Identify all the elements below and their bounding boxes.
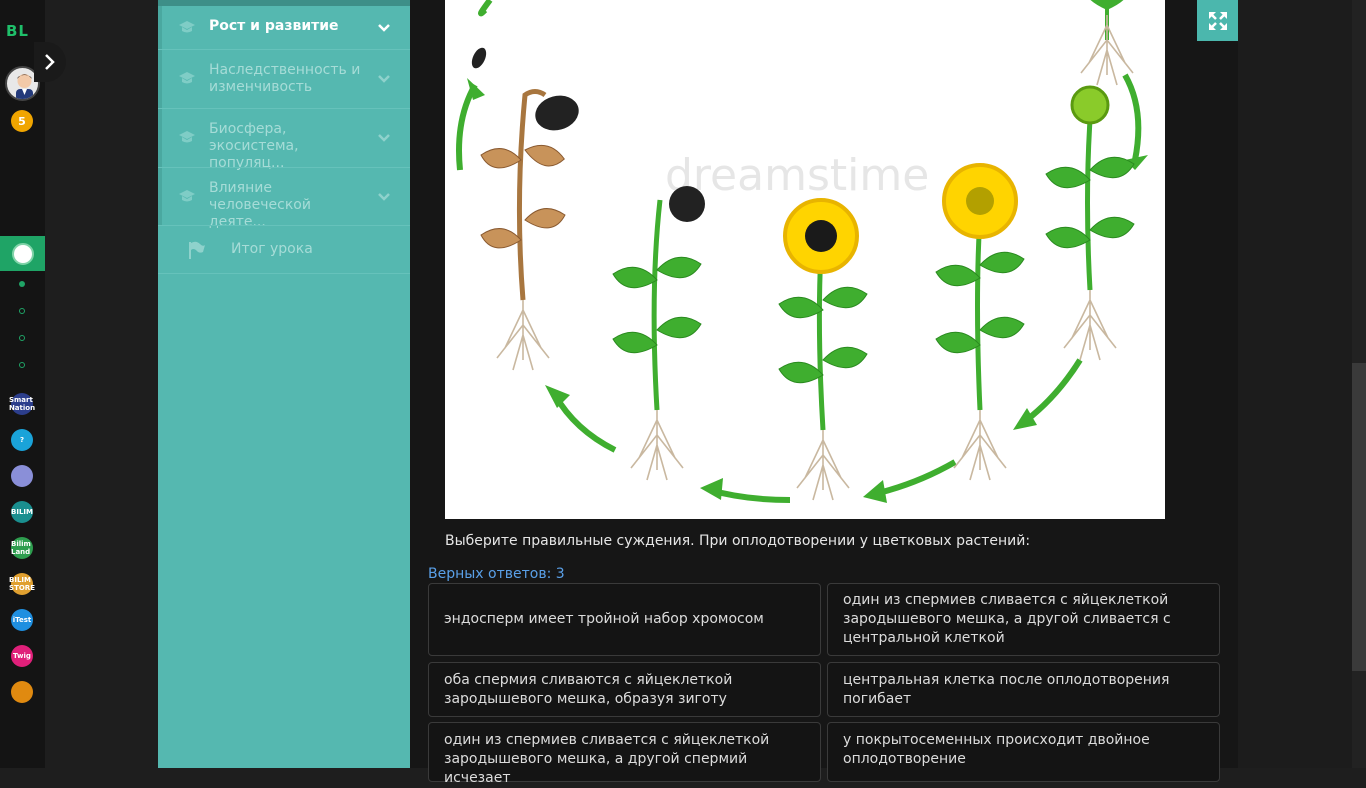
page-dot-4[interactable]: [19, 362, 25, 368]
graduation-cap-icon: [179, 190, 195, 202]
chevron-down-icon[interactable]: [377, 72, 391, 86]
watermark-text: dreamstime: [665, 150, 929, 201]
news-app-icon[interactable]: [11, 465, 33, 487]
answer-option[interactable]: оба спермия сливаются с яйцеклеткой заро…: [428, 662, 821, 717]
chevron-down-icon[interactable]: [377, 190, 391, 204]
scrollbar-thumb[interactable]: [1352, 363, 1366, 671]
chevron-down-icon[interactable]: [377, 131, 391, 145]
correct-answers-count: Верных ответов: 3: [428, 566, 565, 582]
chevron-down-icon[interactable]: [377, 21, 391, 35]
sidebar-item-label: Рост и развитие: [209, 18, 339, 34]
bilim-store-app-icon[interactable]: BILIM STORE: [9, 573, 35, 595]
help-app-icon[interactable]: ?: [11, 429, 33, 451]
expand-icon: [1208, 11, 1227, 30]
sunflower-lifecycle-image: dreamstime: [445, 0, 1165, 519]
answer-option[interactable]: один из спермиев сливается с яйцеклеткой…: [827, 583, 1220, 656]
bilim-land-app-icon[interactable]: Bilim Land: [11, 537, 33, 559]
expand-rail-button[interactable]: [34, 42, 66, 82]
graduation-cap-icon: [179, 72, 195, 84]
chevron-right-icon: [45, 54, 55, 70]
separator: [158, 273, 410, 274]
graduation-cap-icon: [179, 21, 195, 33]
sidebar-item-label: Влияние человеческой деяте...: [209, 180, 311, 230]
bilimtap-app-icon[interactable]: [11, 681, 33, 703]
sidebar-item-heredity[interactable]: Наследственность и изменчивость: [162, 50, 410, 108]
bl-logo[interactable]: BL: [6, 22, 39, 40]
flag-icon: [189, 241, 205, 259]
summary-label: Итог урока: [231, 241, 313, 257]
sidebar-item-label: Наследственность и изменчивость: [209, 62, 361, 95]
right-margin: [1238, 0, 1366, 768]
graduation-cap-icon: [179, 131, 195, 143]
page-dot-2[interactable]: [19, 308, 25, 314]
sidebar-item-growth[interactable]: Рост и развитие: [162, 6, 410, 49]
sidebar-item-label: Биосфера, экосистема, популяц...: [209, 121, 299, 171]
answer-option[interactable]: эндосперм имеет тройной набор хромосом: [428, 583, 821, 656]
twig-app-icon[interactable]: Twig: [11, 645, 33, 667]
sidebar-item-summary[interactable]: Итог урока: [162, 226, 410, 273]
sidebar-item-human-impact[interactable]: Влияние человеческой деяте...: [162, 168, 410, 230]
bilim-app-icon[interactable]: BILIM: [11, 501, 33, 523]
app-rail: BL 5 Smart Nation? BILIM Bilim Land BILIM S…: [0, 0, 45, 768]
answer-option[interactable]: центральная клетка после оплодотворения …: [827, 662, 1220, 717]
question-text: Выберите правильные суждения. При оплодо…: [445, 533, 1031, 549]
sidebar-item-biosphere[interactable]: Биосфера, экосистема, популяц...: [162, 109, 410, 171]
active-app-button[interactable]: [0, 236, 45, 271]
test-app-icon[interactable]: iTest: [11, 609, 33, 631]
online-mektep-icon: [11, 242, 34, 265]
page-dot-3[interactable]: [19, 335, 25, 341]
smart-nation-app-icon[interactable]: Smart Nation: [9, 393, 35, 415]
answer-option[interactable]: у покрытосеменных происходит двойное опл…: [827, 722, 1220, 782]
sunflower-lifecycle-illustration: dreamstime: [456, 0, 1148, 503]
lesson-sidebar: Рост и развитие Наследственность и измен…: [158, 0, 410, 768]
page-dot-1[interactable]: [19, 281, 25, 287]
coin-badge[interactable]: 5: [11, 110, 33, 132]
answer-option[interactable]: один из спермиев сливается с яйцеклеткой…: [428, 722, 821, 786]
fullscreen-button[interactable]: [1197, 0, 1238, 41]
